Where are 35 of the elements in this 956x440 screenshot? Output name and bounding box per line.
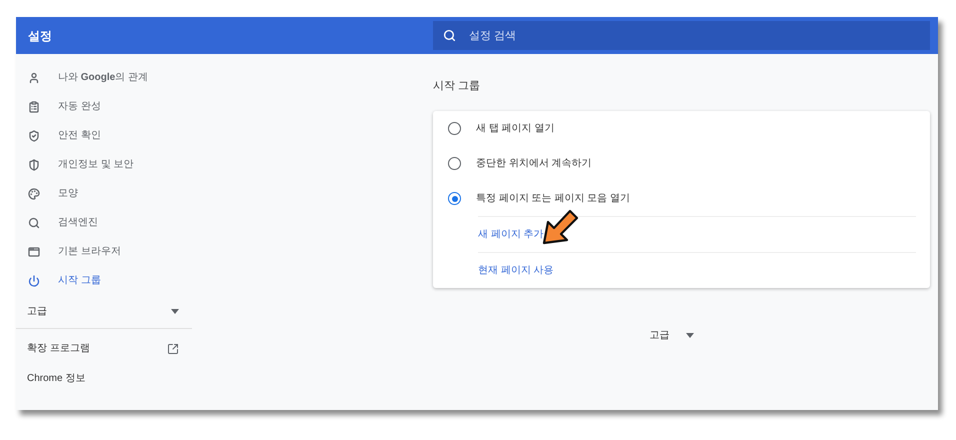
sidebar-item[interactable]: 시작 그룹 xyxy=(16,266,192,295)
radio-button[interactable] xyxy=(448,157,461,170)
header-title: 설정 xyxy=(28,28,52,42)
power-icon xyxy=(28,274,40,286)
sidebar-item[interactable]: 검색엔진 xyxy=(16,208,192,237)
sidebar-item[interactable]: 나와 Google의 관계 xyxy=(16,63,192,92)
search-field[interactable]: 설정 검색 xyxy=(433,21,930,50)
search-icon xyxy=(28,216,40,228)
external-link-icon xyxy=(167,342,179,354)
about-link[interactable]: Chrome 정보 xyxy=(27,370,86,386)
clipboard-icon xyxy=(28,100,40,112)
caret-icon xyxy=(171,309,179,314)
section-title: 시작 그룹 xyxy=(433,80,480,92)
palette-icon xyxy=(28,188,40,200)
search-icon xyxy=(443,29,456,42)
radio-button[interactable] xyxy=(448,122,461,135)
shield-check-icon xyxy=(28,130,40,142)
sidebar-item[interactable]: 기본 브라우저 xyxy=(16,237,192,266)
link[interactable]: 현재 페이지 사용 xyxy=(478,263,554,278)
sidebar-item[interactable]: 안전 확인 xyxy=(16,121,192,150)
advanced-toggle[interactable]: 고급 xyxy=(16,295,192,329)
radio-option[interactable]: 새 탭 페이지 열기 xyxy=(433,111,930,146)
sidebar-item[interactable]: 모양 xyxy=(16,179,192,208)
radio-option[interactable]: 특정 페이지 또는 페이지 모음 열기 xyxy=(433,181,930,216)
link[interactable]: 새 페이지 추가 xyxy=(478,227,544,242)
caret-icon xyxy=(686,333,694,338)
sidebar-item[interactable]: 자동 완성 xyxy=(16,92,192,121)
browser-window-icon xyxy=(28,246,40,258)
radio-button[interactable] xyxy=(448,192,461,205)
person-icon xyxy=(28,72,40,84)
advanced-button[interactable]: 고급 xyxy=(650,328,694,343)
sidebar-item[interactable]: 개인정보 및 보안 xyxy=(16,150,192,179)
extensions-link[interactable]: 확장 프로그램 xyxy=(16,329,192,368)
radio-option[interactable]: 중단한 위치에서 계속하기 xyxy=(433,146,930,181)
shield-icon xyxy=(28,158,40,170)
